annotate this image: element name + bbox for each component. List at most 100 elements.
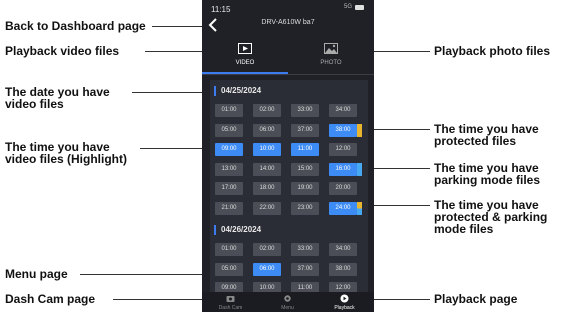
time-slot[interactable]: 38:00 [329,123,362,137]
time-slot-label: 11:00 [297,146,313,152]
tab-photo[interactable]: PHOTO [288,38,374,74]
time-slot: 01:00 [215,104,243,117]
nav-dashcam-label: Dash Cam [218,305,243,311]
leader-line [366,168,430,169]
time-slot: 15:00 [291,162,319,176]
camera-icon [226,296,235,302]
time-slot-label: 11:00 [297,285,313,291]
play-icon [340,294,349,303]
nav-dashcam[interactable]: Dash Cam [202,292,259,312]
time-slot: 37:00 [291,123,319,137]
nav-menu[interactable]: Menu [259,292,316,312]
leader-line [366,205,430,206]
time-slot: 38:00 [329,262,357,276]
time-slot-label: 34:00 [335,246,351,252]
leader-line [366,129,430,130]
time-slot[interactable]: 24:00 [329,201,362,215]
time-slot-label: 18:00 [259,185,275,191]
time-slot-label: 38:00 [335,126,351,133]
annotation-photo: Playback photo files [434,44,551,58]
time-slot: 18:00 [253,182,281,195]
time-slot: 33:00 [291,104,319,117]
time-slot: 33:00 [291,243,319,256]
tab-bar: VIDEO PHOTO [202,38,374,75]
nav-menu-label: Menu [281,305,294,311]
time-slot: 12:00 [329,143,357,156]
nav-playback[interactable]: Playback [316,292,373,312]
time-slot-label: 02:00 [259,107,275,113]
time-slot: 19:00 [291,182,319,195]
tab-underline [202,72,288,74]
time-slot: 21:00 [215,201,243,215]
date-header: 04/26/2024 [214,225,261,235]
time-slot-label: 12:00 [335,285,351,291]
time-slot[interactable]: 16:00 [329,162,362,176]
annotation-date-2: video files [5,97,64,111]
tab-video-label: VIDEO [235,60,255,66]
annotation-pp-3: mode files [434,222,494,236]
time-slot-label: 14:00 [259,165,275,172]
time-slot-label: 38:00 [335,265,351,272]
time-slot: 20:00 [329,182,357,195]
leader-line [152,26,207,27]
time-slot: 34:00 [329,243,357,256]
time-slot: 10:00 [253,282,281,292]
time-slot: 05:00 [215,123,243,137]
time-slot[interactable]: 11:00 [291,143,319,156]
time-slot: 13:00 [215,162,243,176]
time-slot-label: 10:00 [259,285,275,291]
time-slot: 14:00 [253,162,281,176]
time-slot-label: 15:00 [297,165,313,172]
device-name: DRV-A610W ba7 [261,19,315,26]
annotation-playback: Playback page [434,292,518,306]
time-slot-label: 06:00 [259,126,275,133]
nav-playback-label: Playback [334,305,355,311]
annotation-time-2: video files (Highlight) [5,152,127,166]
annotation-video: Playback video files [5,44,120,58]
video-icon [238,43,252,54]
time-slot: 05:00 [215,262,243,276]
time-slot-label: 01:00 [221,246,237,252]
battery-icon [355,4,364,10]
time-slot-label: 12:00 [335,146,351,152]
time-slot: 09:00 [215,282,243,292]
status-time: 11:15 [211,5,231,14]
header: DRV-A610W ba7 [202,14,374,36]
phone-screen: 11:15 5G DRV-A610W ba7 VIDEO PHOTO 04/25… [202,0,374,312]
photo-icon [324,43,338,54]
tab-video[interactable]: VIDEO [202,38,288,74]
time-slot[interactable]: 10:00 [253,143,281,156]
time-slot-label: 20:00 [335,185,351,191]
date-header: 04/25/2024 [214,86,261,96]
network-label: 5G [343,4,352,10]
time-slot: 22:00 [253,201,281,215]
protected-parking-tag-icon [357,201,362,215]
time-slot: 37:00 [291,262,319,276]
file-list: 04/25/2024 01:00 02:00 33:00 34:00 05:00 06:00… [210,80,368,292]
annotation-menu: Menu page [5,267,68,281]
time-slot[interactable]: 06:00 [253,262,281,276]
time-slot: 34:00 [329,104,357,117]
annotation-protected-2: protected files [434,134,517,148]
time-slot-label: 10:00 [259,146,275,152]
gear-icon [284,295,291,302]
time-slot: 12:00 [329,282,357,292]
time-slot-label: 34:00 [335,107,351,113]
time-slot-label: 09:00 [221,146,237,152]
time-slot-label: 37:00 [297,265,313,272]
annotation-parking-2: parking mode files [434,173,541,187]
time-slot-label: 22:00 [259,204,275,211]
time-slot-label: 13:00 [221,165,237,172]
time-slot-label: 17:00 [221,185,237,191]
annotation-dashcam: Dash Cam page [5,292,96,306]
time-slot-label: 05:00 [221,126,237,133]
time-slot: 02:00 [253,243,281,256]
time-slot: 11:00 [291,282,319,292]
time-slot-label: 02:00 [259,246,275,252]
time-slot[interactable]: 09:00 [215,143,243,156]
signal-icon: 5G [344,4,364,10]
time-slot-label: 19:00 [297,185,313,191]
time-slot-label: 24:00 [335,204,351,211]
time-slot-label: 05:00 [221,265,237,272]
protected-tag-icon [357,123,362,137]
